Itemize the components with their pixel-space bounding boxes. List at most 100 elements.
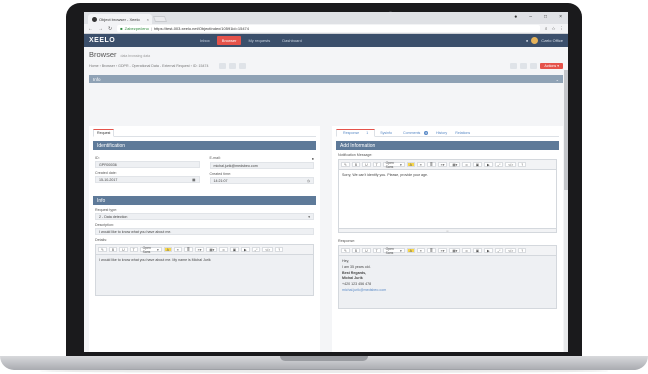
underline-icon[interactable]: U <box>119 247 128 252</box>
code-icon[interactable]: </> <box>505 162 517 167</box>
list-view-button[interactable] <box>229 63 237 69</box>
table-icon[interactable]: ▦▾ <box>206 247 218 252</box>
tab-response[interactable]: Response 1 <box>336 129 376 137</box>
reload-icon[interactable]: ↻ <box>108 26 112 32</box>
settings-button[interactable] <box>530 63 538 69</box>
font-select[interactable]: Open Sans ▾ <box>382 161 405 169</box>
nav-my-requests[interactable]: My requests <box>243 36 275 45</box>
link-icon[interactable]: ∞ <box>462 162 471 167</box>
star-icon[interactable]: ☆ <box>551 26 555 32</box>
info-icon[interactable]: ● <box>312 156 314 161</box>
tab-relations[interactable]: Relations <box>452 130 473 136</box>
actions-button[interactable]: Actions ▾ <box>540 63 563 69</box>
video-icon[interactable]: ▶ <box>240 247 250 252</box>
breadcrumb[interactable]: Home › Browser › GDPR - Operational Data… <box>89 64 208 68</box>
tab-request[interactable]: Request <box>93 129 115 137</box>
created-date-field[interactable]: 15-10-2017 ▦ <box>95 176 200 183</box>
tab-sysinfo[interactable]: Sysinfo <box>377 130 395 136</box>
ul-list-icon[interactable]: ≡ <box>416 248 425 253</box>
magic-icon[interactable]: ✎ <box>98 247 107 252</box>
response-editor-body[interactable]: Hey, I am 35 years old. Best Regards, Mi… <box>339 256 556 308</box>
ol-list-icon[interactable]: ≣ <box>426 248 436 253</box>
bold-icon[interactable]: B <box>351 162 361 167</box>
menu-icon[interactable]: ⋮ <box>560 26 565 32</box>
fullscreen-icon[interactable]: ⤢ <box>251 247 261 252</box>
request-type-select[interactable]: 2 - Data detection ▾ <box>95 213 314 220</box>
url-input[interactable]: ■ Zabezpečeno | https://test-003.xeelo.n… <box>117 25 540 32</box>
help-icon[interactable]: ? <box>518 248 527 253</box>
code-icon[interactable]: </> <box>505 248 517 253</box>
ol-list-icon[interactable]: ≣ <box>426 162 436 167</box>
code-icon[interactable]: </> <box>262 247 274 252</box>
clock-icon[interactable]: ◷ <box>307 179 310 183</box>
ul-list-icon[interactable]: ≡ <box>173 247 182 252</box>
image-icon[interactable]: ▣ <box>229 247 239 252</box>
color-icon[interactable]: A <box>406 162 415 167</box>
description-field[interactable]: I would like to know what you have about… <box>95 228 314 235</box>
image-icon[interactable]: ▣ <box>472 162 482 167</box>
resize-handle[interactable]: ═ <box>339 228 556 233</box>
nav-browser[interactable]: Browser <box>216 36 242 45</box>
link-icon[interactable]: ∞ <box>219 247 228 252</box>
tab-comments[interactable]: Comments 0 <box>397 130 431 136</box>
scrollbar-thumb[interactable] <box>564 70 568 190</box>
details-editor-body[interactable]: I would like to know what you have about… <box>96 255 313 295</box>
close-tab-icon[interactable]: × <box>147 17 149 22</box>
fullscreen-icon[interactable]: ⤢ <box>494 248 504 253</box>
maximize-icon[interactable]: □ <box>544 14 547 20</box>
refresh-button[interactable] <box>520 63 528 69</box>
clear-format-icon[interactable]: T <box>129 247 138 252</box>
bell-icon[interactable]: ● <box>526 38 528 43</box>
table-icon[interactable]: ▦▾ <box>449 248 461 253</box>
underline-icon[interactable]: U <box>362 248 371 253</box>
clear-format-icon[interactable]: T <box>372 162 381 167</box>
tab-history[interactable]: History <box>433 130 450 136</box>
minimize-icon[interactable]: – <box>529 14 532 20</box>
font-select[interactable]: Open Sans ▾ <box>382 247 405 255</box>
color-icon[interactable]: A <box>163 247 172 252</box>
nav-inbox[interactable]: Inbox <box>195 36 215 45</box>
video-icon[interactable]: ▶ <box>483 248 493 253</box>
clear-format-icon[interactable]: T <box>372 248 381 253</box>
search-icon[interactable]: ⌕ <box>545 26 548 32</box>
print-button[interactable] <box>219 63 227 69</box>
image-icon[interactable]: ▣ <box>472 248 482 253</box>
video-icon[interactable]: ▶ <box>483 162 493 167</box>
fullscreen-icon[interactable]: ⤢ <box>494 162 504 167</box>
color-icon[interactable]: A <box>406 248 415 253</box>
link-icon[interactable]: ∞ <box>462 248 471 253</box>
response-email-link[interactable]: michal.jurik@medsbeo.com <box>342 288 553 294</box>
align-icon[interactable]: ≡▾ <box>194 247 205 252</box>
browser-tab[interactable]: Object browser - Xeelo × <box>88 14 152 24</box>
email-field[interactable]: michal.jurik@medsbeo.com <box>209 162 314 169</box>
ol-list-icon[interactable]: ≣ <box>183 247 193 252</box>
user-menu[interactable]: ● Czelo Office <box>526 37 563 44</box>
copy-button[interactable] <box>510 63 518 69</box>
nav-dashboard[interactable]: Dashboard <box>277 36 307 45</box>
created-time-field[interactable]: 14:21:07 ◷ <box>209 177 314 184</box>
align-icon[interactable]: ≡▾ <box>437 248 448 253</box>
info-bar[interactable]: Info ⌄ <box>89 75 563 83</box>
page-scrollbar[interactable] <box>564 70 568 352</box>
notification-editor-body[interactable]: Sorry, We can't identify you. Please, pr… <box>339 170 556 228</box>
calendar-icon[interactable]: ▦ <box>192 178 195 182</box>
close-window-icon[interactable]: × <box>559 14 562 20</box>
new-tab-button[interactable] <box>152 16 168 22</box>
magic-icon[interactable]: ✎ <box>341 162 350 167</box>
underline-icon[interactable]: U <box>362 162 371 167</box>
xeelo-logo[interactable]: XEELO <box>89 37 165 44</box>
ul-list-icon[interactable]: ≡ <box>416 162 425 167</box>
help-icon[interactable]: ? <box>275 247 284 252</box>
table-icon[interactable]: ▦▾ <box>449 162 461 167</box>
align-icon[interactable]: ≡▾ <box>437 162 448 167</box>
magic-icon[interactable]: ✎ <box>341 248 350 253</box>
chevron-down-icon[interactable]: ⌄ <box>556 77 559 82</box>
help-icon[interactable]: ? <box>518 162 527 167</box>
back-icon[interactable]: ← <box>88 26 93 32</box>
bold-icon[interactable]: B <box>108 247 118 252</box>
bold-icon[interactable]: B <box>351 248 361 253</box>
export-button[interactable] <box>239 63 247 69</box>
id-field[interactable]: GPR00036 <box>95 161 200 168</box>
forward-icon[interactable]: → <box>98 26 103 32</box>
font-select[interactable]: Open Sans ▾ <box>139 246 162 254</box>
